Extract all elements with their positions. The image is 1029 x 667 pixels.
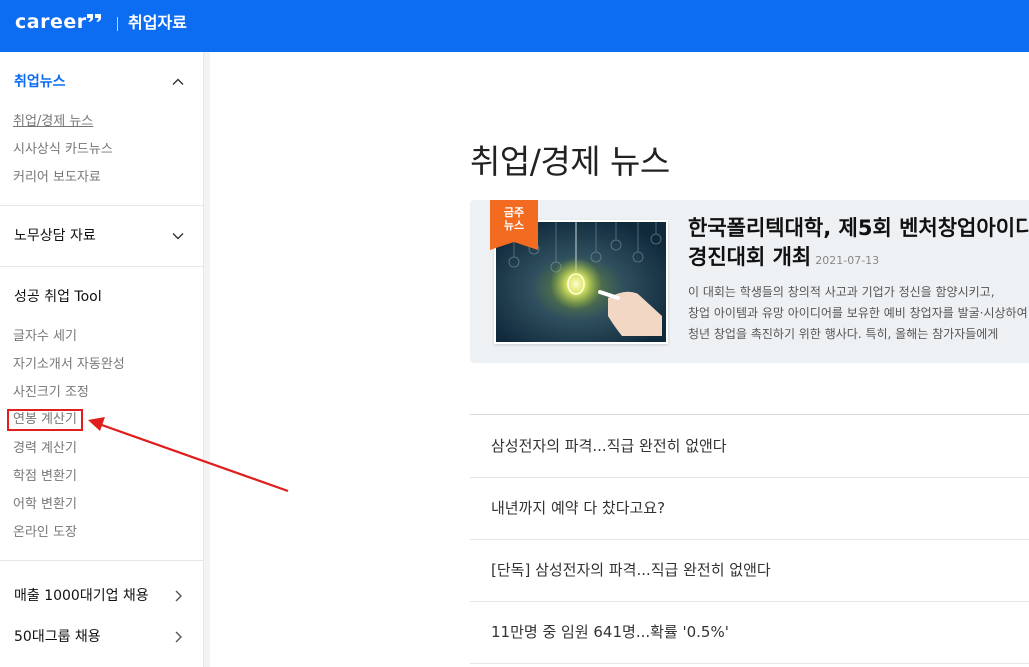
news-list-item-title[interactable]: 11만명 중 임원 641명...확률 '0.5%': [491, 621, 729, 643]
featured-title-line: 경진대회 개최: [688, 245, 812, 269]
sidebar-section-top50-group-hiring[interactable]: 50대그룹 채용: [14, 627, 101, 647]
news-list-item[interactable]: [단독] 삼성전자의 파격...직급 완전히 없앤다: [470, 539, 1029, 602]
news-list-item-title[interactable]: [단독] 삼성전자의 파격...직급 완전히 없앤다: [491, 559, 771, 581]
sidebar-section-labor-consult[interactable]: 노무상담 자료: [14, 226, 96, 246]
news-list-item-title[interactable]: 삼성전자의 파격...직급 완전히 없앤다: [491, 435, 727, 457]
chevron-right-icon[interactable]: [171, 589, 185, 603]
sidebar-item-gpa-converter[interactable]: 학점 변환기: [13, 468, 77, 486]
chevron-down-icon[interactable]: [171, 229, 185, 243]
featured-news-description[interactable]: 이 대회는 학생들의 창의적 사고과 기업가 정신을 함양시키고, 창업 아이템…: [688, 282, 1029, 345]
annotation-arrow-icon: [88, 417, 289, 493]
sidebar-divider: [0, 560, 203, 561]
featured-desc-line: 청년 창업을 촉진하기 위한 행사다. 특히, 올해는 참가자들에게: [688, 327, 999, 341]
top-header: career 취업자료: [0, 0, 1029, 52]
sidebar-section-top1000-hiring[interactable]: 매출 1000대기업 채용: [14, 586, 149, 606]
highlight-box: [7, 409, 83, 431]
featured-desc-line: 이 대회는 학생들의 창의적 사고과 기업가 정신을 함양시키고,: [688, 285, 995, 299]
news-list-item[interactable]: 11만명 중 임원 641명...확률 '0.5%': [470, 601, 1029, 664]
featured-desc-line: 창업 아이템과 유망 아이디어를 보유한 예비 창업자를 발굴·시상하여: [688, 306, 1028, 320]
sidebar-section-success-tools[interactable]: 성공 취업 Tool: [14, 287, 102, 307]
logo-mark-icon: [87, 14, 101, 22]
sidebar-item-job-economy-news[interactable]: 취업/경제 뉴스: [13, 113, 93, 131]
featured-news-card[interactable]: 금주 뉴스 한국폴리텍대학, 제5회 벤처창업아이디어 경진대회 개최 2021-…: [470, 200, 1029, 363]
sidebar-item-career-calculator[interactable]: 경력 계산기: [13, 440, 77, 458]
sidebar-item-photo-resize[interactable]: 사진크기 조정: [13, 384, 89, 402]
sidebar-item-current-affairs-cardnews[interactable]: 시사상식 카드뉴스: [13, 141, 113, 159]
sidebar-item-resume-autocomplete[interactable]: 자기소개서 자동완성: [13, 356, 125, 374]
header-divider: [117, 17, 118, 31]
chevron-right-icon[interactable]: [171, 630, 185, 644]
featured-news-date: 2021-07-13: [815, 254, 880, 267]
news-list-item-title[interactable]: 내년까지 예약 다 찼다고요?: [491, 497, 665, 519]
news-list-item[interactable]: 삼성전자의 파격...직급 완전히 없앤다: [470, 415, 1029, 478]
career-logo[interactable]: career: [15, 10, 87, 34]
chevron-up-icon[interactable]: [171, 75, 185, 89]
sidebar-item-career-press[interactable]: 커리어 보도자료: [13, 169, 101, 187]
header-title[interactable]: 취업자료: [128, 12, 187, 34]
page-title: 취업/경제 뉴스: [470, 142, 670, 181]
news-list-item[interactable]: 내년까지 예약 다 찼다고요?: [470, 477, 1029, 540]
sidebar-divider: [0, 266, 203, 267]
featured-news-title[interactable]: 한국폴리텍대학, 제5회 벤처창업아이디어 경진대회 개최 2021-07-13: [688, 214, 1029, 275]
badge-text: 뉴스: [503, 219, 525, 232]
sidebar-item-online-stamp[interactable]: 온라인 도장: [13, 524, 77, 542]
featured-title-line: 한국폴리텍대학, 제5회 벤처창업아이디어: [688, 216, 1029, 240]
badge-text: 금주: [503, 206, 525, 219]
sidebar-divider: [0, 205, 203, 206]
sidebar-section-job-news[interactable]: 취업뉴스: [14, 72, 66, 92]
sidebar-gutter: [203, 52, 210, 667]
sidebar-item-char-counter[interactable]: 글자수 세기: [13, 328, 77, 346]
sidebar-item-language-converter[interactable]: 어학 변환기: [13, 496, 77, 514]
